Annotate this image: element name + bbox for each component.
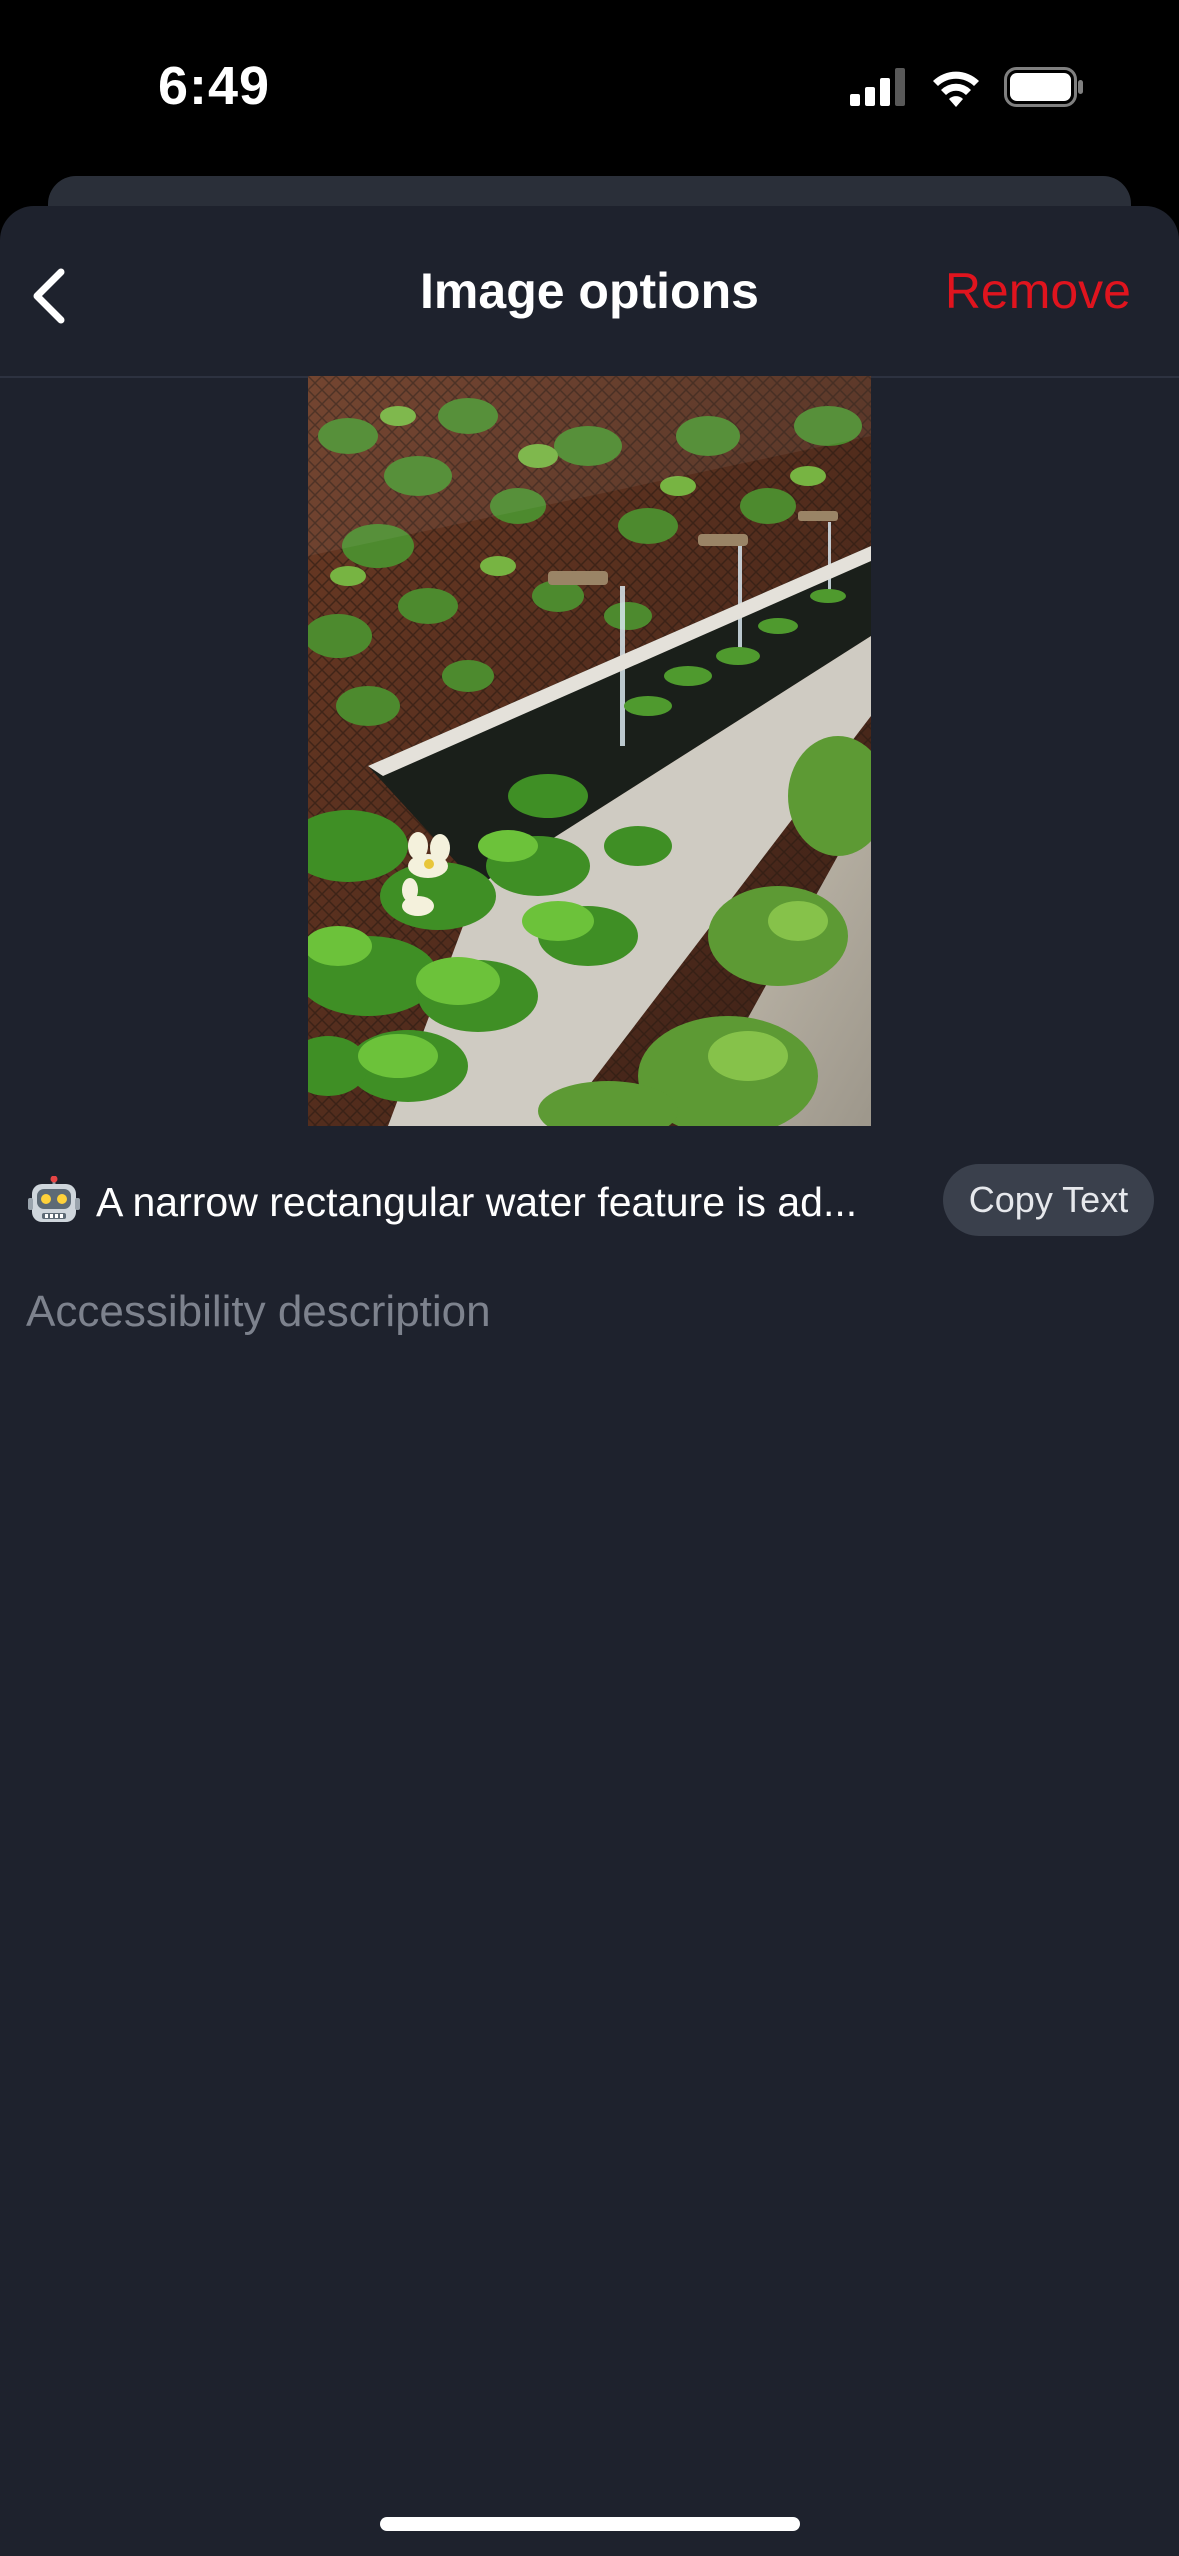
home-indicator[interactable] xyxy=(380,2517,800,2531)
nav-bar: Image options Remove xyxy=(0,206,1179,378)
water-feature-photo xyxy=(308,376,871,1126)
robot-emoji-icon xyxy=(28,1176,80,1222)
generated-alt-text-row: A narrow rectangular water feature is ad… xyxy=(0,1164,1179,1250)
image-options-sheet: Image options Remove A narrow rectangula… xyxy=(0,206,1179,2556)
screen: 6:49 Image options Remove A narrow recta… xyxy=(0,0,1179,2556)
status-bar: 6:49 xyxy=(0,0,1179,175)
status-time: 6:49 xyxy=(158,56,271,116)
wifi-icon xyxy=(933,71,979,107)
remove-button[interactable]: Remove xyxy=(945,262,1131,320)
image-preview xyxy=(308,376,871,1126)
copy-text-button[interactable]: Copy Text xyxy=(943,1164,1154,1236)
generated-alt-text: A narrow rectangular water feature is ad… xyxy=(96,1179,858,1225)
status-icons xyxy=(850,62,1084,112)
cellular-signal-icon xyxy=(850,68,905,106)
accessibility-description-input[interactable] xyxy=(26,1272,1146,1352)
battery-icon xyxy=(1004,67,1083,107)
